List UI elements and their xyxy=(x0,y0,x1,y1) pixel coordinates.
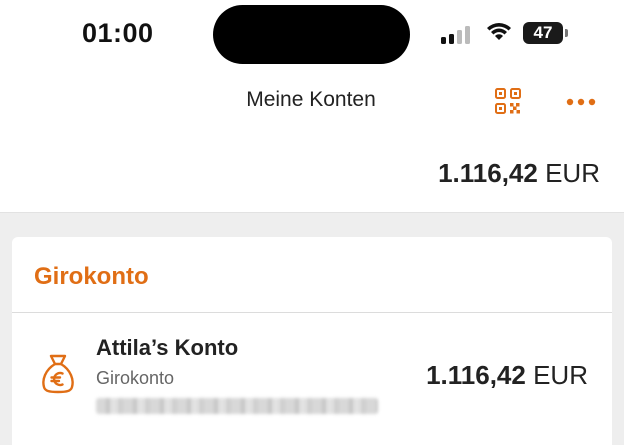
account-balance-currency: EUR xyxy=(533,360,588,390)
account-type: Girokonto xyxy=(96,368,175,388)
account-balance: 1.116,42 EUR xyxy=(426,360,588,391)
account-name: Attila’s Konto xyxy=(96,335,239,360)
section-title: Girokonto xyxy=(34,263,149,290)
cellular-signal-icon xyxy=(441,24,475,44)
status-time: 01:00 xyxy=(82,18,154,48)
status-bar: 01:00 47 xyxy=(0,0,624,70)
dynamic-island xyxy=(213,5,410,64)
account-iban-redacted xyxy=(96,398,378,414)
battery-level: 47 xyxy=(533,23,553,42)
battery-nub xyxy=(565,29,568,37)
total-balance: 1.116,42 EUR xyxy=(438,158,600,189)
section-header: Girokonto xyxy=(12,237,612,313)
account-balance-amount: 1.116,42 xyxy=(426,360,526,390)
page-title: Meine Konten xyxy=(0,88,624,112)
wifi-icon xyxy=(487,23,511,40)
money-bag-euro-icon xyxy=(42,354,74,394)
more-dots-icon[interactable] xyxy=(565,92,597,112)
total-balance-currency: EUR xyxy=(545,158,600,188)
total-balance-amount: 1.116,42 xyxy=(438,158,538,188)
account-section-card: Girokonto Attila’s Konto Girokonto 1.116… xyxy=(12,237,612,445)
battery-icon: 47 xyxy=(523,22,563,44)
page-title-text: Meine Konten xyxy=(246,88,376,111)
account-list-item[interactable]: Attila’s Konto Girokonto 1.116,42 EUR xyxy=(12,314,612,424)
qr-code-icon[interactable] xyxy=(494,87,522,115)
